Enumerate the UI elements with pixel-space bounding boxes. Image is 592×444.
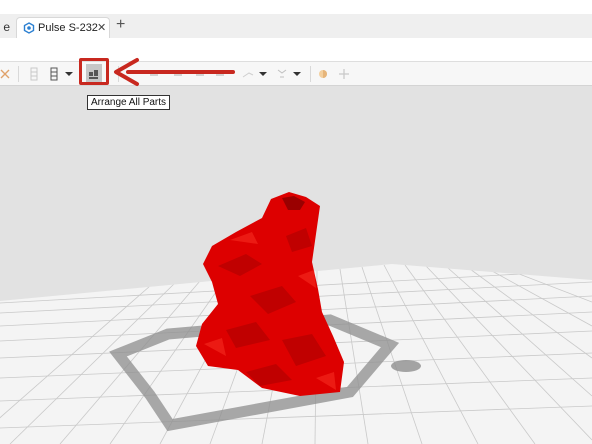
support-icon[interactable] [276, 62, 304, 86]
window-top-strip [0, 0, 592, 14]
tab-close-icon[interactable]: ✕ [97, 21, 106, 34]
tab-previous-label: e [3, 20, 10, 34]
color-icon[interactable] [318, 62, 330, 86]
build-plate-scene [0, 192, 592, 444]
toolbar-divider [118, 66, 119, 82]
tab-previous[interactable]: e [0, 14, 14, 38]
tab-pulse-s-232[interactable]: Pulse S-232 ✕ [16, 17, 110, 39]
shadow-dot [391, 360, 421, 372]
arrange-button-highlight [79, 58, 109, 85]
tab-title: Pulse S-232 [38, 22, 98, 34]
layer-icon[interactable] [28, 62, 40, 86]
new-tab-icon[interactable]: + [116, 16, 125, 34]
layer-dropdown-icon[interactable] [64, 62, 74, 86]
layer-height-icon[interactable] [48, 62, 60, 86]
toolbar-divider [310, 66, 311, 82]
tooltip-text: Arrange All Parts [91, 97, 167, 108]
slicer-app-icon [23, 22, 35, 34]
toolbar-divider [18, 66, 19, 82]
close-icon[interactable] [0, 62, 12, 86]
align-icon[interactable] [150, 62, 230, 86]
line-tool-icon[interactable] [242, 62, 268, 86]
tab-bar: e Pulse S-232 ✕ + [0, 14, 592, 39]
3d-viewport[interactable] [0, 86, 592, 444]
arrange-tooltip: Arrange All Parts [87, 95, 171, 110]
move-icon[interactable] [338, 62, 350, 86]
